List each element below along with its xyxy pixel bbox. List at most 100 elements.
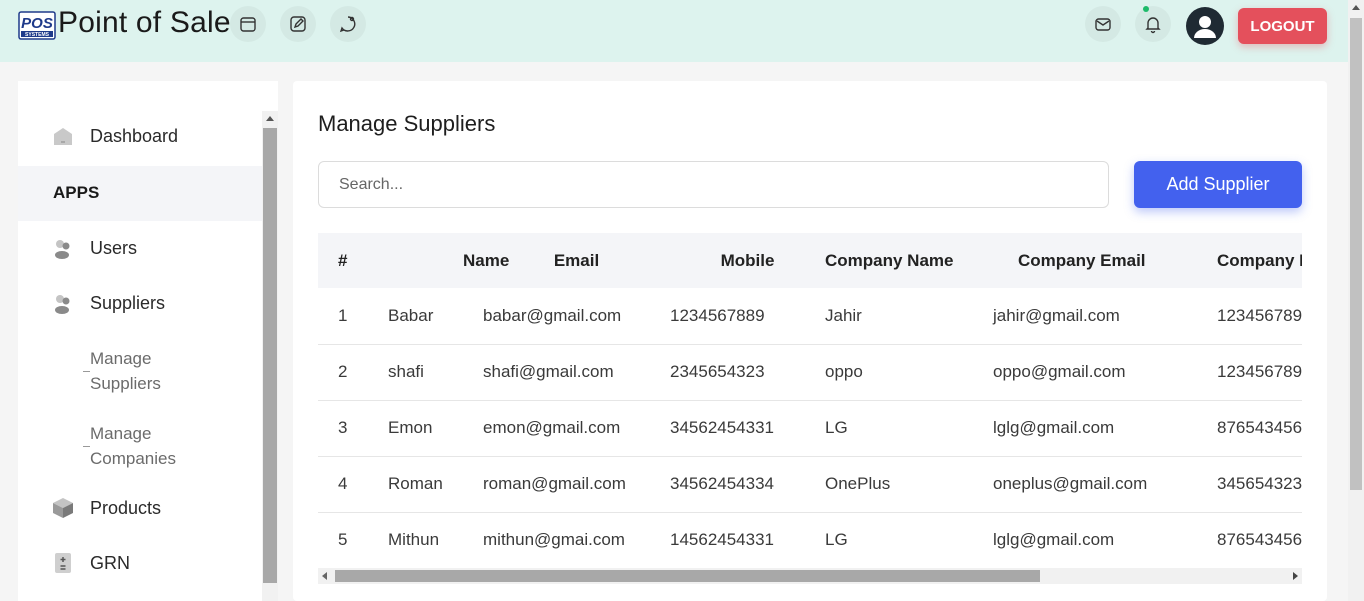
table-row[interactable]: 3 Emon emon@gmail.com 34562454331 LG lglg@gma… [318, 400, 1302, 457]
sidebar-item-users[interactable]: Users [18, 233, 262, 263]
edit-icon[interactable] [280, 6, 316, 42]
table-cell: lglg@gmail.com [993, 530, 1115, 550]
sidebar-item-label: GRN [90, 552, 130, 573]
table-cell: 1 [318, 288, 388, 345]
table-cell: 34562454331 [670, 400, 825, 457]
table-body: 1 Babar babar@gmail.com 1234567889 Jahir jahi… [318, 288, 1302, 567]
svg-text:SYSTEMS: SYSTEMS [25, 32, 50, 38]
table-row[interactable]: 2 shafi shafi@gmail.com 2345654323 oppo oppo@… [318, 344, 1302, 401]
sidebar-item-label: Products [90, 497, 162, 518]
table-cell: babar@gmail.com [483, 288, 670, 345]
table-cell: jahir@gmail.com [993, 288, 1193, 345]
table-cell: Babar [388, 288, 483, 345]
table-cell: Mithun [388, 530, 440, 550]
bell-icon[interactable] [1135, 6, 1171, 42]
calculator-icon [55, 553, 71, 573]
table-cell: 2345654323 [670, 344, 825, 401]
suppliers-table: # Name Email Mobile Company Name Company… [318, 233, 1302, 567]
table-cell: 3 [318, 400, 388, 457]
suppliers-table-container: # Name Email Mobile Company Name Company… [318, 233, 1302, 567]
table-cell: 123456789 [1193, 288, 1302, 345]
table-cell: 1234567890 [1193, 344, 1302, 401]
table-row[interactable]: 5 Mithun mithun@gmai.com 14562454331 LG lglg@… [318, 512, 1302, 567]
table-cell: 87654345634 [1193, 400, 1302, 457]
user-icon [1194, 16, 1216, 38]
sub-item-marker [83, 446, 90, 447]
table-cell: Roman [388, 456, 483, 513]
add-supplier-button[interactable]: Add Supplier [1134, 161, 1302, 208]
table-cell: 87654345634 [1217, 530, 1302, 550]
table-horizontal-scrollbar[interactable] [318, 568, 1302, 584]
page-title: Manage Suppliers [318, 111, 496, 136]
sidebar-item-grn[interactable]: GRN [18, 548, 262, 578]
top-header: POS SYSTEMS Point of Sale LOGOUT [0, 0, 1348, 62]
table-cell: roman@gmail.com [483, 456, 670, 513]
home-icon [54, 128, 72, 145]
sidebar-scrollbar[interactable] [262, 111, 278, 601]
svg-text:POS: POS [21, 15, 53, 32]
table-cell: 34565432345 [1193, 456, 1302, 513]
column-header[interactable]: Name [388, 233, 509, 288]
table-cell: 1234567889 [670, 288, 825, 345]
sidebar-item-products[interactable]: Products [18, 493, 262, 523]
page-scroll-thumb[interactable] [1350, 18, 1362, 490]
suppliers-icon [55, 295, 70, 314]
table-cell: oppo@gmail.com [993, 344, 1193, 401]
column-header[interactable]: Company Mobile [1193, 233, 1302, 288]
logout-button[interactable]: LOGOUT [1238, 8, 1327, 44]
box-icon [53, 498, 73, 518]
table-cell: emon@gmail.com [483, 400, 670, 457]
scroll-left-arrow-icon[interactable] [322, 572, 327, 580]
table-cell: 2 [318, 344, 388, 401]
table-cell: 5 [338, 530, 348, 550]
user-avatar[interactable] [1186, 7, 1224, 45]
notification-dot [1143, 6, 1149, 12]
subitem-label-line: Manage [90, 424, 152, 443]
app-title: Point of Sale [58, 6, 231, 39]
subitem-label-line: Suppliers [90, 374, 161, 393]
sidebar-subitem-manage-suppliers[interactable]: Manage Suppliers [90, 346, 161, 396]
chat-icon[interactable] [330, 6, 366, 42]
table-row[interactable]: 1 Babar babar@gmail.com 1234567889 Jahir jahi… [318, 288, 1302, 345]
table-row[interactable]: 4 Roman roman@gmail.com 34562454334 OnePlus o… [318, 456, 1302, 513]
sidebar: Dashboard APPS Users Suppliers Manage Su… [18, 81, 278, 601]
page-scrollbar[interactable] [1348, 0, 1364, 601]
mail-icon[interactable] [1085, 6, 1121, 42]
sidebar-scroll-thumb[interactable] [263, 128, 277, 583]
main-content-card: Manage Suppliers Add Supplier # Name Ema… [293, 81, 1327, 601]
column-header[interactable]: Email [483, 233, 670, 288]
table-cell: 4 [318, 456, 388, 513]
table-cell: shafi [388, 344, 483, 401]
subitem-label-line: Manage [90, 349, 152, 368]
sub-item-marker [83, 371, 90, 372]
column-header[interactable]: Mobile [670, 233, 825, 288]
table-cell: 34562454334 [670, 456, 825, 513]
sidebar-item-label: Suppliers [90, 292, 166, 313]
table-header-row: # Name Email Mobile Company Name Company… [318, 233, 1302, 288]
pos-logo: POS SYSTEMS [18, 11, 56, 40]
scroll-up-arrow-icon[interactable] [1352, 5, 1360, 10]
subitem-label-line: Companies [90, 449, 176, 468]
table-cell: OnePlus [825, 456, 993, 513]
table-scroll-thumb[interactable] [335, 570, 1040, 582]
column-header[interactable]: Company Email [993, 233, 1193, 288]
table-cell: 14562454331 [670, 530, 775, 550]
table-cell: LG [825, 530, 848, 550]
search-input[interactable] [318, 161, 1109, 208]
table-cell: mithun@gmai.com [483, 530, 625, 550]
table-cell: oneplus@gmail.com [993, 456, 1193, 513]
sidebar-item-label: Users [90, 237, 138, 258]
table-cell: Emon [388, 400, 483, 457]
sidebar-subitem-manage-companies[interactable]: Manage Companies [90, 421, 176, 471]
table-cell: Jahir [825, 288, 993, 345]
column-header[interactable]: Company Name [825, 233, 993, 288]
sidebar-item-suppliers[interactable]: Suppliers [18, 288, 262, 318]
scroll-up-arrow-icon[interactable] [266, 116, 274, 121]
users-icon [55, 240, 70, 259]
section-heading-apps: APPS [53, 183, 100, 202]
sidebar-item-dashboard[interactable]: Dashboard [18, 121, 262, 151]
scroll-right-arrow-icon[interactable] [1293, 572, 1298, 580]
column-header[interactable]: # [318, 233, 388, 288]
calendar-icon[interactable] [230, 6, 266, 42]
table-cell: lglg@gmail.com [993, 400, 1193, 457]
